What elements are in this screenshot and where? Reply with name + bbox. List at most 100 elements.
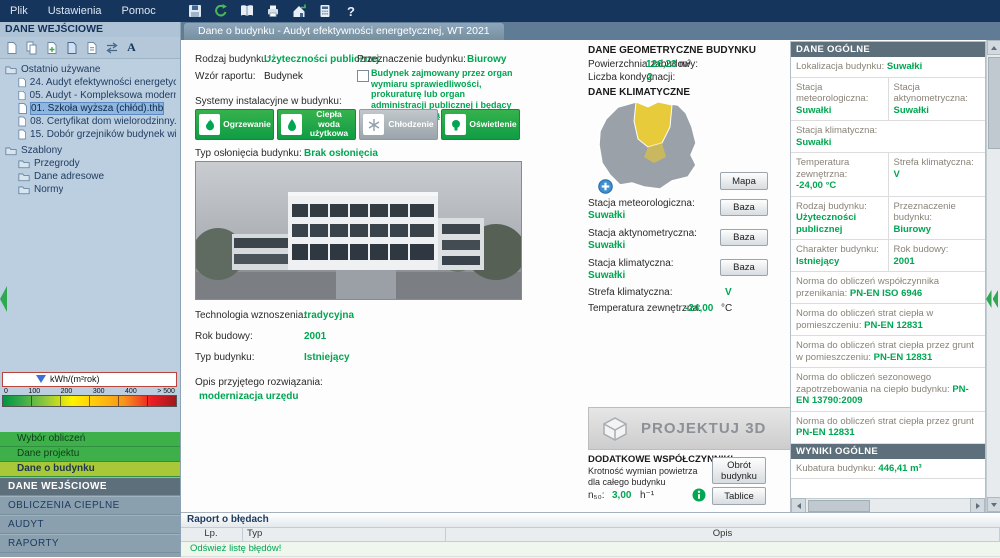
baza-aktyno-button[interactable]: Baza — [720, 229, 768, 246]
budynek-administracji-checkbox[interactable] — [357, 70, 369, 82]
projektuj-3d-button[interactable]: PROJEKTUJ 3D — [588, 407, 799, 450]
energy-scale: kWh/(m²rok) 0 100 200 300 400 > 500 — [2, 372, 177, 407]
technologia-value[interactable]: tradycyjna — [304, 310, 354, 321]
rodzaj-budynku-label: Rodzaj budynku: — [195, 54, 270, 65]
powierzchnia-value[interactable]: 126,23 — [646, 59, 677, 70]
summary-hscrollbar[interactable] — [791, 498, 985, 512]
system-label: Chłodzenie — [387, 120, 437, 130]
refresh-errors-row[interactable]: Odśwież listę błędów! — [180, 542, 1000, 557]
module-obliczenia-cieplne[interactable]: OBLICZENIA CIEPLNE — [0, 496, 180, 515]
calculator-icon[interactable] — [316, 2, 334, 20]
document-add-icon[interactable] — [44, 40, 59, 55]
module-audyt[interactable]: AUDYT — [0, 515, 180, 534]
tree-item-recent-3[interactable]: 01. Szkoła wyższa (chłód).thb — [2, 102, 178, 115]
menu-plik[interactable]: Plik — [0, 0, 38, 22]
tree-item-recent-4[interactable]: 08. Certyfikat dom wielorodzinny.thb — [2, 115, 178, 128]
kondygnacje-value[interactable]: 2 — [647, 72, 653, 83]
map-zoom-in-button[interactable] — [598, 179, 613, 194]
stacja-klimat-value[interactable]: Suwałki — [588, 270, 625, 281]
tablice-button[interactable]: Tablice — [712, 487, 766, 505]
przeznaczenie-value[interactable]: Biurowy — [467, 54, 506, 65]
module-dane-wejsciowe[interactable]: DANE WEJŚCIOWE — [0, 477, 180, 496]
font-icon[interactable]: A — [124, 40, 139, 55]
system-oswietlenie-toggle[interactable]: Oświetlenie — [441, 109, 520, 140]
documents-icon[interactable] — [24, 40, 39, 55]
scroll-left-arrow[interactable] — [791, 498, 806, 512]
tree-item-recent-5[interactable]: 15. Dobór grzejników budynek wielor — [2, 128, 178, 141]
hscroll-thumb[interactable] — [808, 500, 870, 512]
help-icon[interactable]: ? — [342, 2, 360, 20]
n50-label: n₅₀: — [588, 490, 605, 501]
tree-node-templates[interactable]: Szablony — [2, 144, 178, 157]
document-blue-icon[interactable] — [64, 40, 79, 55]
system-ogrzewanie-toggle[interactable]: Ogrzewanie — [195, 109, 274, 140]
collapse-right-panel-arrow[interactable] — [986, 290, 998, 308]
tree-item-normy[interactable]: Normy — [2, 183, 178, 196]
system-cwu-toggle[interactable]: Ciepła woda użytkowa — [277, 109, 356, 140]
home-icon[interactable] — [290, 2, 308, 20]
system-chlodzenie-toggle[interactable]: Chłodzenie — [359, 109, 438, 140]
tree-item-label: 01. Szkoła wyższa (chłód).thb — [31, 103, 163, 114]
menu-pomoc[interactable]: Pomoc — [112, 0, 166, 22]
summary-panel: DANE OGÓLNE Lokalizacja budynku: Suwałki… — [790, 41, 986, 512]
obrot-budynku-button[interactable]: Obrót budynku — [712, 457, 766, 484]
tree-item-dane-adresowe[interactable]: Dane adresowe — [2, 170, 178, 183]
cube-3d-icon — [601, 415, 629, 443]
summary-label: Rodzaj budynku: — [796, 201, 867, 212]
summary-row-charakter: Charakter budynku: Istniejący Rok budowy… — [791, 240, 985, 272]
tree-item-recent-1[interactable]: 24. Audyt efektywności energetycznej, — [2, 76, 178, 89]
document-icon[interactable] — [4, 40, 19, 55]
scale-tick: 100 — [28, 387, 40, 395]
right-vscrollbar[interactable] — [986, 40, 1000, 512]
projektuj-3d-label: PROJEKTUJ 3D — [641, 420, 766, 437]
n50-value[interactable]: 3,00 — [612, 490, 631, 501]
info-icon[interactable] — [692, 488, 706, 505]
scroll-down-arrow[interactable] — [987, 497, 1000, 512]
typ-budynku-value[interactable]: Istniejący — [304, 352, 350, 363]
tab-dane-o-budynku[interactable]: Dane o budynku - Audyt efektywności ener… — [184, 23, 504, 40]
bulb-icon — [445, 114, 466, 135]
menu-ustawienia[interactable]: Ustawienia — [38, 0, 112, 22]
opis-rozwiazania-value[interactable]: modernizacja urzędu — [199, 391, 298, 402]
stacja-aktyno-value[interactable]: Suwałki — [588, 240, 625, 251]
building-photo — [195, 161, 522, 300]
summary-value: Biurowy — [894, 224, 981, 236]
error-panel-title: Raport o błędach — [180, 513, 1000, 527]
error-report-panel: Raport o błędach Lp. Typ Opis Odśwież li… — [180, 512, 1000, 558]
transfer-icon[interactable] — [104, 40, 119, 55]
summary-row-stacje: Stacja meteorologiczna: Suwałki Stacja a… — [791, 78, 985, 122]
wzor-raportu-value[interactable]: Budynek — [264, 71, 303, 82]
tree-node-recent[interactable]: Ostatnio używane — [2, 63, 178, 76]
vscroll-thumb[interactable] — [988, 57, 1000, 149]
baza-meteo-button[interactable]: Baza — [720, 199, 768, 216]
save-icon[interactable] — [186, 2, 204, 20]
tree-item-przegrody[interactable]: Przegrody — [2, 157, 178, 170]
document-copy-icon[interactable] — [84, 40, 99, 55]
summary-value: -24,00 °C — [796, 180, 883, 192]
printer-icon[interactable] — [264, 2, 282, 20]
baza-klimat-button[interactable]: Baza — [720, 259, 768, 276]
module-nav: DANE WEJŚCIOWE OBLICZENIA CIEPLNE AUDYT … — [0, 477, 180, 557]
scroll-right-arrow[interactable] — [970, 498, 985, 512]
opis-rozwiazania-label: Opis przyjętego rozwiązania: — [195, 377, 323, 388]
tree-item-recent-2[interactable]: 05. Audyt - Kompleksowa modernizacja — [2, 89, 178, 102]
report-book-icon[interactable] — [238, 2, 256, 20]
menu-bar: Plik Ustawienia Pomoc ? — [0, 0, 1000, 22]
oslona-value[interactable]: Brak osłonięcia — [304, 148, 378, 159]
energy-scale-marker[interactable] — [36, 375, 46, 383]
technologia-label: Technologia wznoszenia: — [195, 310, 306, 321]
mapa-button[interactable]: Mapa — [720, 172, 768, 190]
nav-dane-o-budynku[interactable]: Dane o budynku — [0, 462, 180, 477]
summary-label: Stacja meteorologiczna: — [796, 82, 868, 105]
nav-wybor-obliczen[interactable]: Wybór obliczeń — [0, 432, 180, 447]
scroll-up-arrow[interactable] — [987, 40, 1000, 55]
error-table-header: Lp. Typ Opis — [180, 527, 1000, 542]
rok-budowy-value[interactable]: 2001 — [304, 331, 326, 342]
refresh-icon[interactable] — [212, 2, 230, 20]
summary-label: Przeznaczenie budynku: — [894, 201, 956, 224]
nav-dane-projektu[interactable]: Dane projektu — [0, 447, 180, 462]
summary-row-stacja-klimatyczna: Stacja klimatyczna: Suwałki — [791, 121, 985, 153]
stacja-meteo-value[interactable]: Suwałki — [588, 210, 625, 221]
oslona-label: Typ osłonięcia budynku: — [195, 148, 302, 159]
module-raporty[interactable]: RAPORTY — [0, 534, 180, 553]
